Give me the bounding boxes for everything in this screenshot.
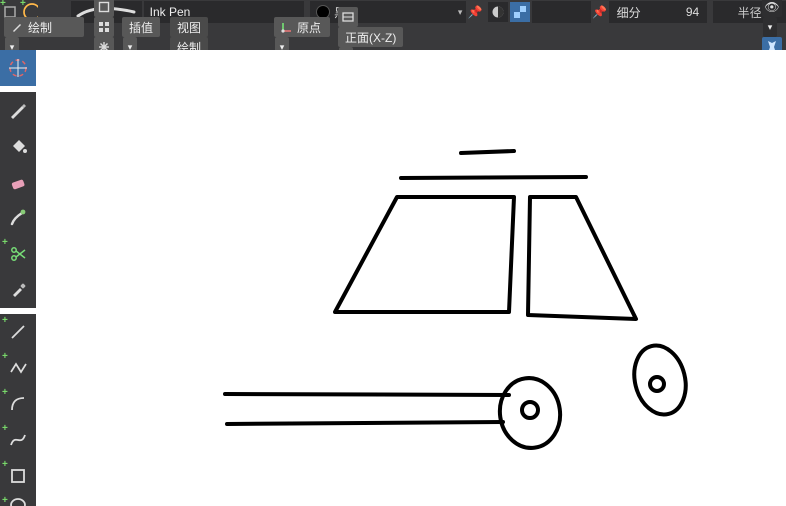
mode-field[interactable] — [532, 1, 591, 23]
pin-icon: 📌 — [468, 5, 483, 19]
origin-dropdown[interactable]: 原点 — [274, 17, 330, 37]
plane-dropdown[interactable]: 正面(X-Z) — [338, 27, 403, 47]
grid-plus-icon — [98, 21, 110, 33]
tool-options-bar: 绘制 ▾ 插值 ▾ 视图 绘制 原点 ▾ 正面(X-Z) ▾ 👁 ▾ — [0, 24, 786, 50]
polyline-icon — [8, 358, 28, 378]
plus-badge-icon: + — [2, 459, 8, 470]
visibility-toggle[interactable]: 👁 — [762, 0, 782, 17]
strength-label: 细分 — [617, 4, 657, 21]
fill-tool[interactable] — [0, 128, 36, 164]
texture-icon — [513, 5, 527, 19]
erase-tool[interactable] — [0, 164, 36, 200]
square-icon — [8, 466, 28, 486]
view-label: 视图 — [177, 19, 201, 36]
interp-dropdown[interactable]: 插值 — [122, 17, 160, 37]
interp-label: 插值 — [129, 19, 153, 36]
curve-tool[interactable]: + — [0, 422, 36, 458]
mode-icon-group — [488, 2, 530, 22]
drawing-canvas[interactable] — [36, 50, 786, 506]
texture-mode-button[interactable] — [510, 2, 530, 22]
line-tool[interactable]: + — [0, 314, 36, 350]
plane-icon-button[interactable] — [338, 7, 358, 27]
strength-value: 94 — [657, 5, 700, 19]
option-b-button[interactable] — [94, 17, 114, 37]
curve-icon — [8, 430, 28, 450]
arc-icon — [8, 394, 28, 414]
pencil-icon — [11, 21, 23, 33]
plane-icon — [341, 10, 355, 24]
eraser-icon — [8, 172, 28, 192]
plus-badge-icon: + — [2, 315, 8, 326]
arc-tool[interactable]: + — [0, 386, 36, 422]
cursor-target-icon — [7, 57, 29, 79]
canvas-area: + + + + + + + — [0, 50, 786, 506]
half-circle-icon — [491, 5, 505, 19]
scissors-icon — [8, 244, 28, 264]
radius-label: 半径 — [738, 4, 762, 21]
view-menu[interactable]: 视图 — [170, 17, 208, 37]
eye-icon: 👁 — [764, 0, 779, 14]
visibility-chevron[interactable]: ▾ — [763, 17, 777, 37]
box-tool[interactable]: + — [0, 458, 36, 494]
pin-icon: 📌 — [592, 5, 607, 19]
square-outline-icon — [98, 1, 110, 13]
plus-badge-icon: + — [2, 495, 8, 506]
cursor-tool[interactable] — [0, 50, 36, 86]
pin-mode-button[interactable]: 📌 — [591, 1, 609, 23]
tool-sidebar: + + + + + + + — [0, 50, 36, 506]
color-mode-button[interactable] — [488, 2, 508, 22]
mode-dropdown[interactable]: 绘制 — [4, 17, 84, 37]
circle-icon — [8, 496, 28, 506]
circle-tool[interactable]: + — [0, 494, 36, 506]
plus-badge-icon: + — [2, 387, 8, 398]
origin-label: 原点 — [297, 19, 321, 36]
mode-label: 绘制 — [28, 19, 52, 36]
eyedropper-icon — [8, 280, 28, 300]
plus-badge-icon: + — [2, 423, 8, 434]
eyedropper-tool[interactable] — [0, 272, 36, 308]
axis-icon — [281, 21, 293, 33]
cutter-tool[interactable]: + — [0, 236, 36, 272]
bucket-icon — [8, 136, 28, 156]
pencil-icon — [8, 100, 28, 120]
tint-tool[interactable] — [0, 200, 36, 236]
plus-badge-icon: + — [2, 237, 8, 248]
pin-material-button[interactable]: 📌 — [466, 1, 484, 23]
draw-tool[interactable] — [0, 92, 36, 128]
chevron-down-icon: ▾ — [768, 23, 773, 32]
chevron-down-icon: ▾ — [454, 1, 466, 23]
strength-slider[interactable]: 细分 94 — [609, 1, 708, 23]
option-a-button[interactable] — [94, 0, 114, 17]
plus-badge-icon: + — [2, 351, 8, 362]
polyline-tool[interactable]: + — [0, 350, 36, 386]
line-icon — [8, 322, 28, 342]
plane-label: 正面(X-Z) — [345, 29, 396, 46]
brush-icon — [8, 208, 28, 228]
